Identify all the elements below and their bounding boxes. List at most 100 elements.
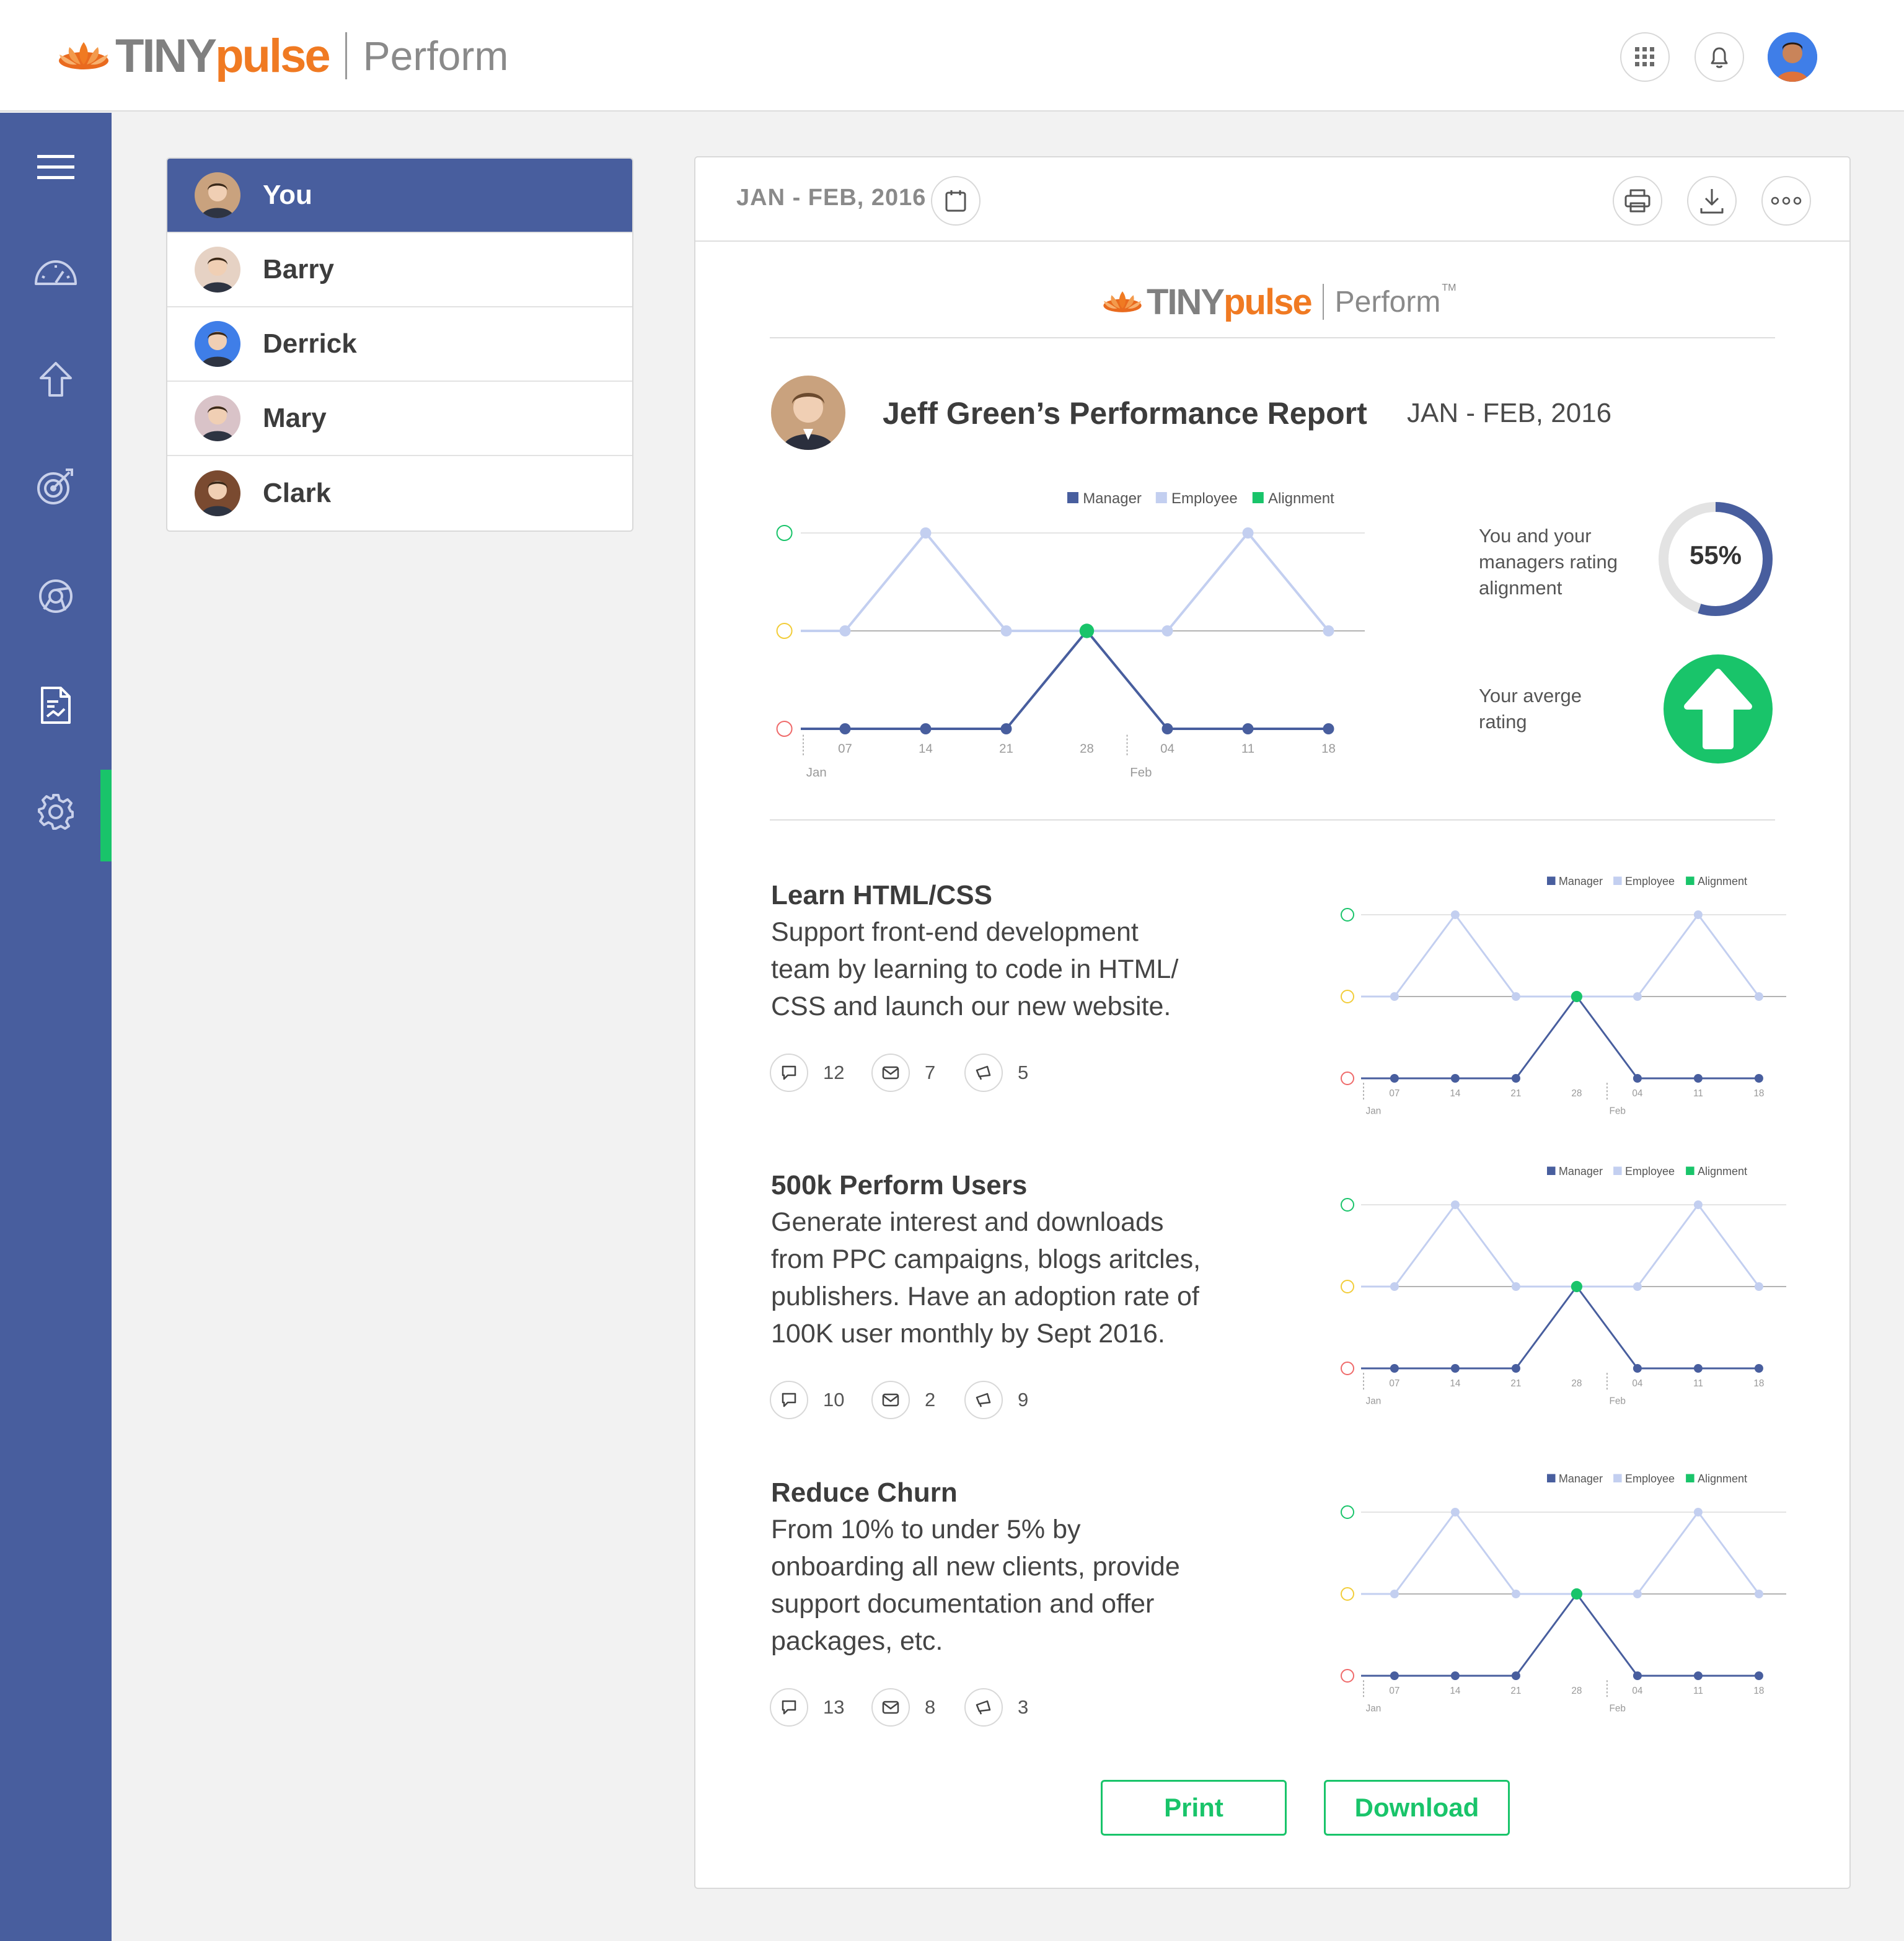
download-toolbar-button[interactable]: [1687, 176, 1737, 226]
messages-stat[interactable]: 8: [871, 1688, 935, 1727]
person-item[interactable]: Derrick: [167, 307, 632, 382]
person-avatar: [195, 172, 240, 218]
goal-description-line: support documentation and offer: [771, 1589, 1155, 1619]
notifications-button[interactable]: [1695, 32, 1744, 82]
goal-description-line: Support front-end development: [771, 917, 1139, 947]
level-up-icon: [1341, 1505, 1354, 1519]
messages-stat[interactable]: 7: [871, 1054, 935, 1092]
legend-label: Manager: [1559, 1165, 1603, 1177]
shoutouts-stat[interactable]: 5: [964, 1054, 1028, 1092]
goal-description-line: From 10% to under 5% by: [771, 1515, 1081, 1544]
x-tick-label: 18: [1321, 742, 1336, 755]
data-point-manager: [1511, 1074, 1520, 1083]
report-brand-tiny: TINY: [1147, 281, 1225, 322]
sidebar-item-settings[interactable]: [31, 787, 81, 837]
goal-description: From 10% to under 5% by onboarding all ne…: [771, 1511, 1248, 1660]
data-point-manager: [1693, 1364, 1703, 1373]
month-label: Feb: [1610, 1106, 1626, 1117]
data-point-manager: [1754, 1074, 1763, 1083]
report-card: JAN - FEB, 2016 TINY pulse Perform TM Je…: [694, 156, 1851, 1889]
legend-label: Manager: [1559, 1472, 1603, 1485]
divider: [770, 819, 1775, 821]
menu-button[interactable]: [31, 143, 81, 192]
month-label: Feb: [1130, 766, 1152, 780]
data-point-employee: [1390, 1282, 1399, 1291]
goal-rating-chart: Manager Employee Alignment 07 14 21 28 04 11 18 Ja…: [1341, 875, 1786, 1117]
average-up-arrow-icon: [1664, 654, 1773, 764]
download-icon: [1700, 189, 1724, 214]
sidebar-item-dashboard[interactable]: [31, 248, 81, 297]
legend-label: Employee: [1171, 490, 1238, 507]
alignment-summary: You and your managers rating alignment: [1479, 523, 1618, 601]
x-tick-label: 04: [1160, 742, 1175, 755]
lotus-logo-icon: [59, 42, 108, 69]
data-point-manager: [1390, 1671, 1399, 1680]
calendar-button[interactable]: [931, 176, 981, 226]
sidebar-item-updates[interactable]: [31, 354, 81, 404]
person-item[interactable]: Clark: [167, 456, 632, 530]
data-point-employee: [1511, 1590, 1520, 1598]
series-line-manager: [1361, 1285, 1759, 1370]
data-point-alignment: [1571, 990, 1582, 1003]
divider: [770, 337, 1775, 338]
apps-grid-button[interactable]: [1620, 32, 1670, 82]
data-point-employee: [1633, 1282, 1642, 1291]
level-up-icon: [1341, 1198, 1354, 1212]
legend-swatch: [1686, 1166, 1695, 1175]
print-toolbar-button[interactable]: [1613, 176, 1662, 226]
sidebar-item-reports[interactable]: [31, 680, 81, 730]
brand-perform-text: Perform: [363, 33, 509, 79]
person-avatar-icon: [195, 470, 240, 516]
person-item[interactable]: Barry: [167, 233, 632, 307]
download-button[interactable]: Download: [1324, 1780, 1510, 1836]
series-line-employee: [1361, 1511, 1760, 1595]
data-point-manager: [1000, 723, 1012, 734]
more-options-button[interactable]: [1761, 176, 1811, 226]
shoutouts-stat[interactable]: 3: [964, 1688, 1028, 1727]
sidebar-active-indicator: [100, 770, 112, 861]
goal-description-line: publishers. Have an adoption rate of: [771, 1282, 1199, 1311]
legend-label: Manager: [1559, 875, 1603, 887]
stat-count: 2: [925, 1389, 936, 1411]
megaphone-icon: [964, 1054, 1003, 1092]
legend-label: Alignment: [1698, 875, 1747, 887]
messages-stat[interactable]: 2: [871, 1381, 935, 1419]
shoutouts-stat[interactable]: 9: [964, 1381, 1028, 1419]
print-button[interactable]: Print: [1101, 1780, 1287, 1836]
data-point-manager: [1754, 1364, 1763, 1373]
person-avatar-icon: [195, 321, 240, 367]
report-document-icon: [41, 687, 71, 724]
comments-stat[interactable]: 10: [770, 1381, 844, 1419]
x-tick-label: 07: [1389, 1088, 1399, 1099]
more-dots-icon: [1771, 196, 1802, 205]
legend-swatch: [1067, 492, 1078, 503]
person-item[interactable]: Mary: [167, 382, 632, 456]
goal-description-line: onboarding all new clients, provide: [771, 1552, 1180, 1582]
legend-swatch: [1613, 1474, 1622, 1482]
user-avatar[interactable]: [1768, 32, 1817, 82]
data-point-employee: [1161, 625, 1173, 636]
person-name: Mary: [263, 403, 327, 433]
month-label: Jan: [1366, 1704, 1382, 1714]
report-brand-perform: Perform: [1334, 285, 1441, 319]
sidebar-item-goals[interactable]: [31, 461, 81, 511]
chrome-circle-icon: [39, 579, 73, 613]
legend-label: Alignment: [1698, 1472, 1747, 1485]
data-point-manager: [1693, 1074, 1703, 1083]
person-avatar-icon: [195, 247, 240, 293]
comments-stat[interactable]: 12: [770, 1054, 844, 1092]
app-logo[interactable]: TINY pulse Perform: [56, 25, 508, 87]
person-item[interactable]: You: [167, 159, 632, 233]
envelope-icon: [871, 1688, 910, 1727]
x-tick-label: 21: [1510, 1686, 1521, 1696]
hamburger-icon: [37, 155, 74, 179]
goal-description-line: 100K user monthly by Sept 2016.: [771, 1319, 1165, 1349]
x-tick-label: 18: [1753, 1378, 1764, 1389]
sidebar-item-reviews[interactable]: [31, 571, 81, 621]
report-brand-tm: TM: [1442, 283, 1457, 293]
comments-stat[interactable]: 13: [770, 1688, 844, 1727]
person-avatar: [195, 247, 240, 293]
goal-description-line: team by learning to code in HTML/: [771, 954, 1179, 984]
arrow-up-icon: [40, 362, 72, 397]
month-label: Jan: [1366, 1396, 1382, 1407]
